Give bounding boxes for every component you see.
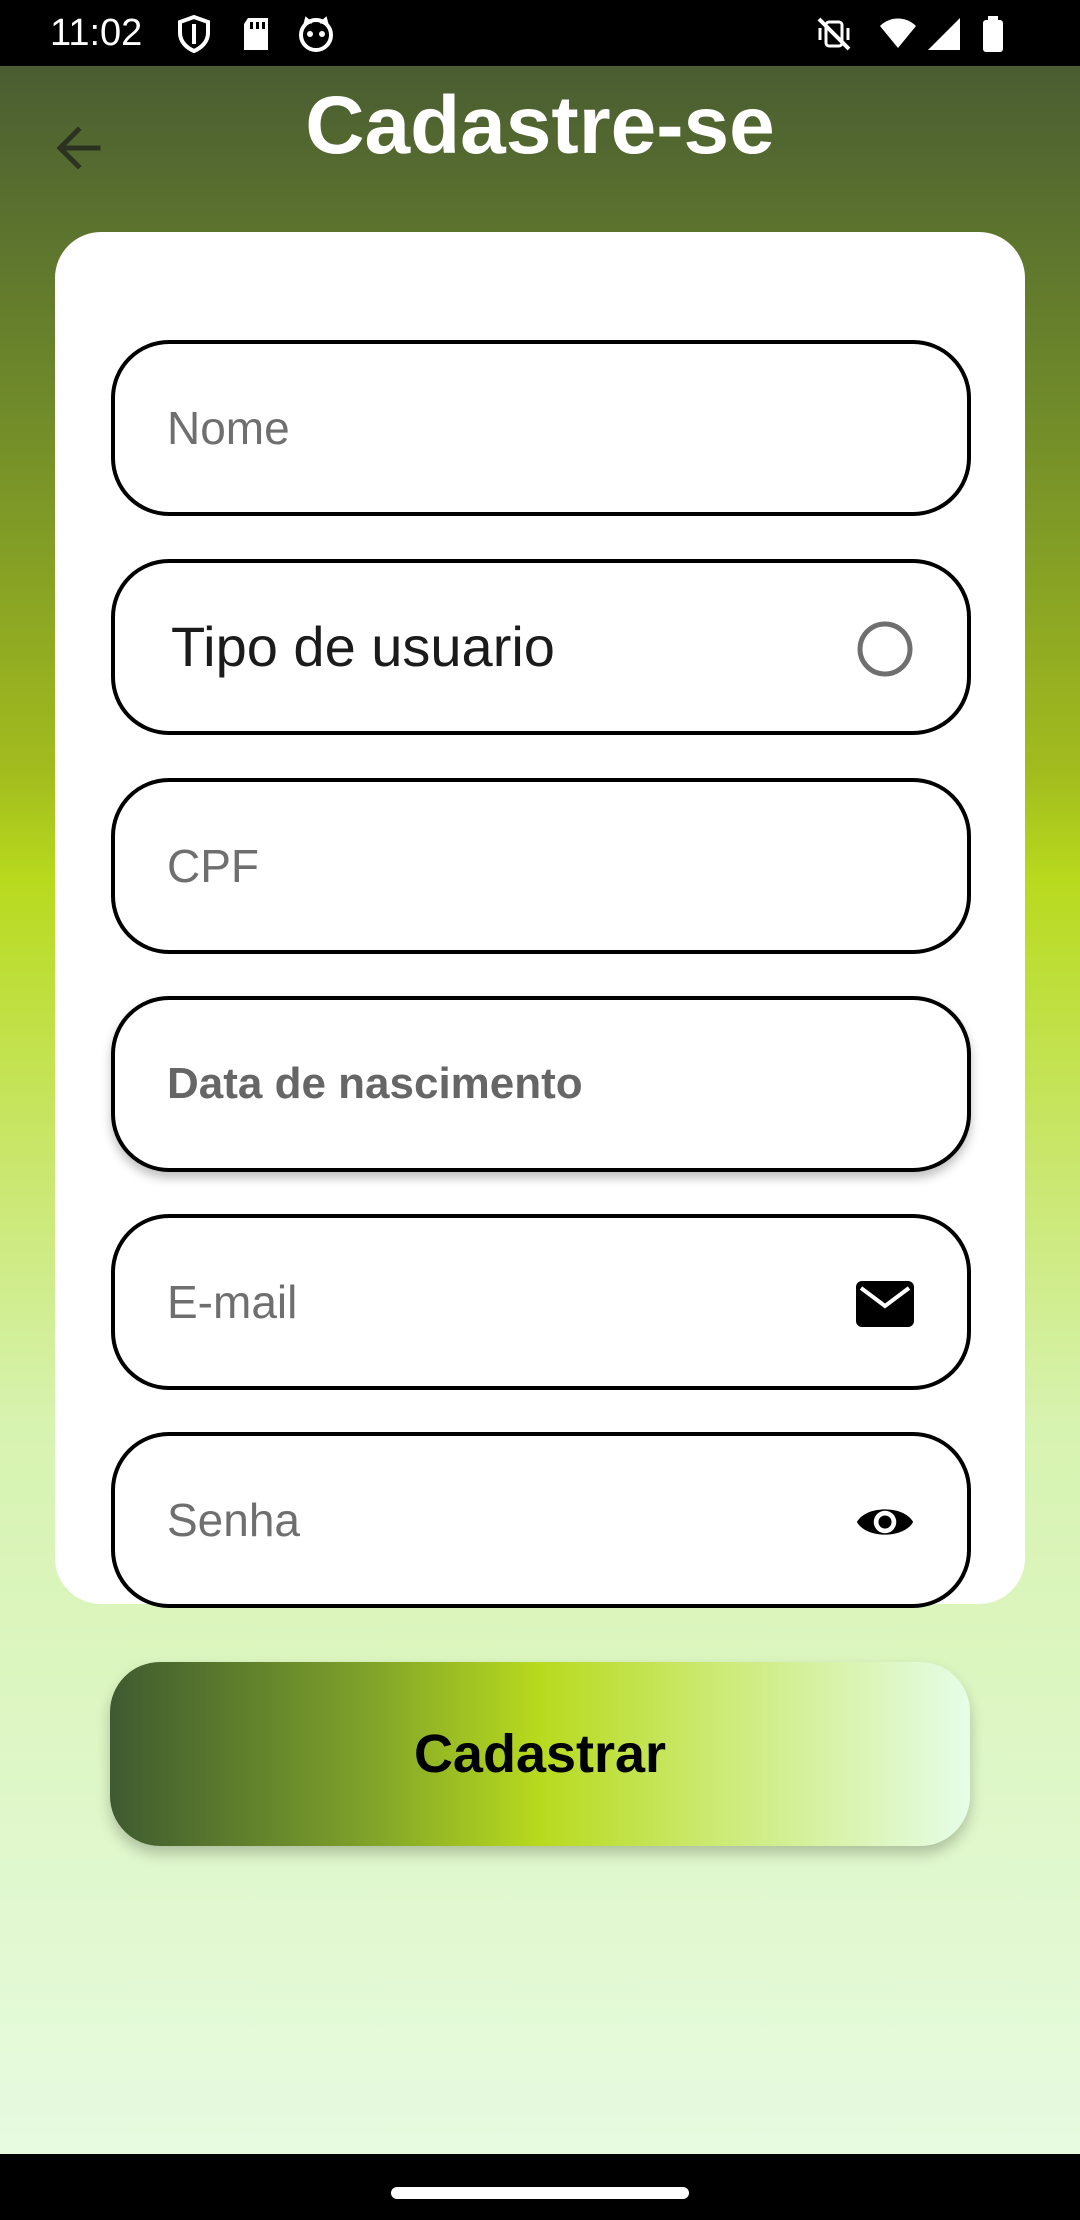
cat-face-icon — [296, 14, 336, 54]
email-field[interactable]: E-mail — [111, 1214, 971, 1390]
name-field[interactable]: Nome — [111, 340, 971, 516]
sd-card-icon — [236, 14, 276, 54]
shield-icon — [174, 14, 214, 54]
signup-screen: Cadastre-se Nome Tipo de usuario CPF Dat… — [0, 66, 1080, 2154]
navigation-bar — [0, 2154, 1080, 2220]
radio-circle-icon[interactable] — [855, 619, 915, 679]
user-type-label: Tipo de usuario — [171, 615, 555, 678]
birth-date-field[interactable]: Data de nascimento — [111, 996, 971, 1172]
signup-form-card: Nome Tipo de usuario CPF Data de nascime… — [55, 232, 1025, 1608]
password-placeholder: Senha — [167, 1494, 301, 1546]
battery-icon — [974, 14, 1014, 54]
cpf-placeholder: CPF — [167, 840, 259, 892]
mute-vibrate-icon — [814, 14, 854, 54]
birth-date-placeholder: Data de nascimento — [167, 1059, 583, 1108]
cpf-field[interactable]: CPF — [111, 778, 971, 954]
home-gesture-handle[interactable] — [391, 2187, 689, 2199]
user-type-field[interactable]: Tipo de usuario — [111, 559, 971, 735]
submit-label: Cadastrar — [413, 1724, 667, 1784]
email-placeholder: E-mail — [167, 1276, 298, 1328]
password-field[interactable]: Senha — [111, 1432, 971, 1608]
wifi-icon — [878, 14, 918, 54]
mail-icon — [855, 1274, 915, 1334]
submit-button[interactable]: Cadastrar — [110, 1662, 970, 1846]
status-time: 11:02 — [50, 12, 143, 54]
name-placeholder: Nome — [167, 402, 290, 454]
signal-icon — [924, 14, 964, 54]
status-bar: 11:02 — [0, 0, 1080, 66]
eye-icon[interactable] — [855, 1492, 915, 1552]
page-title: Cadastre-se — [305, 80, 775, 171]
